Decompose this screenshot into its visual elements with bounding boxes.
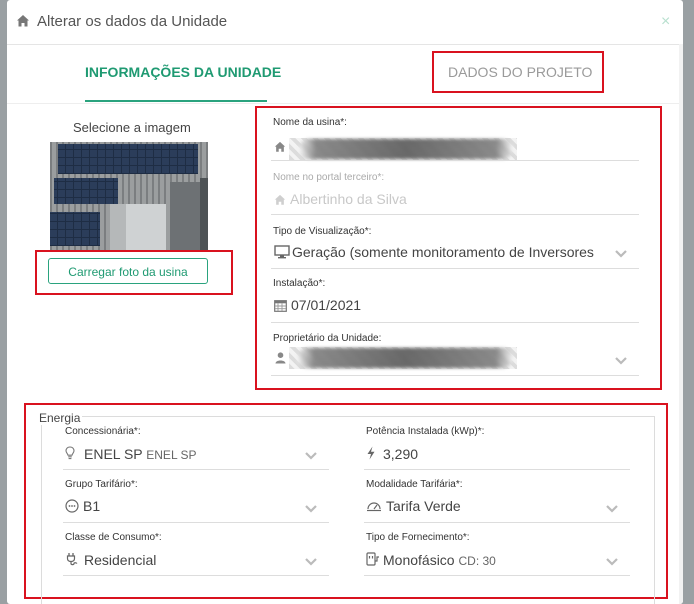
grupo-tarifario-label: Grupo Tarifário*: [65, 479, 138, 490]
home-icon [274, 194, 286, 205]
field-underline [364, 469, 630, 470]
annotation-box-tab [432, 51, 604, 93]
nome-portal-label: Nome no portal terceiro*: [273, 172, 385, 183]
concessionaria-select[interactable]: ENEL SP ENEL SP [84, 446, 197, 462]
field-underline [63, 522, 329, 523]
field-underline [271, 375, 639, 376]
grupo-tarifario-select[interactable]: B1 [83, 498, 100, 514]
modalidade-tarifaria-label: Modalidade Tarifária*: [366, 479, 463, 490]
lightbulb-icon [65, 446, 75, 460]
instalacao-label: Instalação*: [273, 278, 326, 289]
user-icon [275, 352, 286, 364]
nome-usina-label: Nome da usina*: [273, 117, 347, 128]
concessionaria-value: ENEL SP [84, 446, 143, 462]
energia-legend: Energia [37, 411, 83, 425]
tipo-visualizacao-select[interactable]: Geração (somente monitoramento de Invers… [292, 244, 594, 260]
annotation-box-upload [35, 250, 233, 295]
meter-icon [367, 502, 381, 512]
modal-title: Alterar os dados da Unidade [37, 13, 228, 30]
classe-consumo-label: Classe de Consumo*: [65, 532, 162, 543]
field-underline [364, 522, 630, 523]
classe-consumo-select[interactable]: Residencial [84, 552, 156, 568]
chevron-down-icon[interactable] [305, 505, 317, 513]
modal-header: Alterar os dados da Unidade × [7, 0, 683, 45]
chevron-down-icon[interactable] [615, 250, 627, 258]
field-underline [364, 575, 630, 576]
chevron-down-icon[interactable] [606, 558, 618, 566]
concessionaria-label: Concessionária*: [65, 426, 141, 437]
field-underline [271, 160, 639, 161]
field-underline [63, 469, 329, 470]
plug-icon [66, 553, 78, 566]
potencia-input[interactable]: 3,290 [383, 446, 418, 462]
close-button[interactable]: × [661, 13, 670, 31]
tabs-divider [7, 103, 683, 104]
instalacao-input[interactable]: 07/01/2021 [291, 297, 361, 313]
chevron-down-icon[interactable] [305, 558, 317, 566]
calendar-icon [274, 300, 287, 312]
edit-unit-modal: Alterar os dados da Unidade × INFORMAÇÕE… [7, 0, 683, 604]
tipo-fornecimento-select[interactable]: Monofásico CD: 30 [383, 552, 496, 568]
nome-usina-input[interactable] [299, 139, 513, 159]
modal-scrollbar[interactable] [679, 44, 683, 604]
proprietario-label: Proprietário da Unidade: [273, 333, 382, 344]
field-underline [271, 214, 639, 215]
active-tab-indicator [85, 100, 267, 102]
nome-portal-input[interactable]: Albertinho da Silva [290, 191, 407, 207]
concessionaria-sub: ENEL SP [146, 448, 197, 462]
meter-icon [65, 499, 79, 513]
field-underline [63, 575, 329, 576]
proprietario-select[interactable] [297, 348, 513, 368]
chevron-down-icon[interactable] [606, 505, 618, 513]
tipo-fornecimento-sub: CD: 30 [458, 554, 496, 568]
potencia-label: Potência Instalada (kWp)*: [366, 426, 485, 437]
image-select-label: Selecione a imagem [73, 120, 191, 135]
chevron-down-icon[interactable] [305, 452, 317, 460]
tipo-fornecimento-label: Tipo de Fornecimento*: [366, 532, 470, 543]
tipo-visualizacao-label: Tipo de Visualização*: [273, 226, 372, 237]
bolt-icon [367, 446, 375, 460]
home-icon [17, 15, 29, 27]
chevron-down-icon[interactable] [615, 357, 627, 365]
tab-informacoes-unidade[interactable]: INFORMAÇÕES DA UNIDADE [85, 64, 281, 80]
monitor-icon [274, 245, 290, 259]
solar-plant-photo[interactable] [50, 142, 208, 250]
field-underline [271, 322, 639, 323]
tipo-fornecimento-value: Monofásico [383, 552, 455, 568]
modalidade-tarifaria-select[interactable]: Tarifa Verde [386, 498, 461, 514]
socket-icon [366, 552, 379, 566]
field-underline [271, 268, 639, 269]
home-icon [274, 141, 286, 152]
